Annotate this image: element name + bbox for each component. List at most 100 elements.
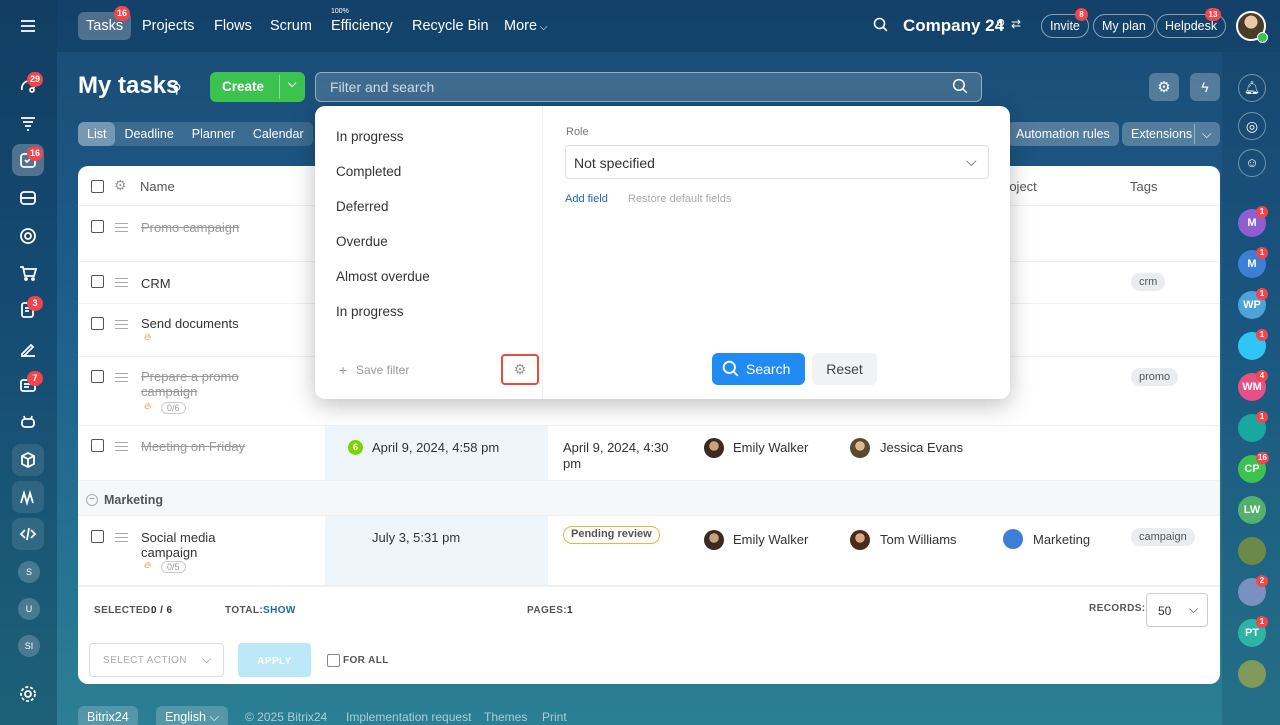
drag-handle-icon[interactable] [115, 533, 128, 542]
select-action-dropdown[interactable]: SELECT ACTION ⌵ [89, 643, 224, 677]
sidebar-avatar-s[interactable]: S [18, 561, 40, 583]
messages-icon[interactable]: ☺ [1238, 149, 1266, 177]
implementation-request-link[interactable]: Implementation request [346, 710, 471, 724]
storage-icon[interactable] [12, 182, 44, 214]
for-all-checkbox[interactable] [327, 654, 340, 667]
avatar[interactable] [704, 438, 724, 458]
row-checkbox[interactable] [91, 530, 104, 543]
target-icon[interactable] [12, 220, 44, 252]
drag-handle-icon[interactable] [115, 223, 128, 232]
nav-more[interactable]: More ⌵ [496, 12, 555, 40]
extensions-button[interactable]: Extensions ⌵ [1122, 122, 1220, 146]
view-calendar[interactable]: Calendar [244, 122, 313, 146]
column-tags[interactable]: Tags [1130, 179, 1157, 194]
reset-button[interactable]: Reset [812, 353, 877, 385]
filter-funnel-icon[interactable] [12, 108, 44, 140]
preset-almost-overdue[interactable]: Almost overdue [336, 269, 430, 284]
records-select[interactable]: 50 ⌵ [1146, 593, 1208, 627]
collapse-icon[interactable]: − [86, 494, 98, 506]
restore-fields-link[interactable]: Restore default fields [628, 193, 731, 205]
tag-badge[interactable]: campaign [1131, 528, 1195, 546]
deadline-value[interactable]: July 3, 5:31 pm [372, 530, 460, 545]
task-name[interactable]: CRM [141, 276, 251, 291]
avatar[interactable] [850, 438, 870, 458]
market-icon[interactable] [12, 481, 44, 513]
project-name[interactable]: Marketing [1033, 532, 1090, 547]
chevron-down-icon[interactable]: ⌵ [1202, 122, 1211, 146]
task-name[interactable]: Promo campaign [141, 220, 251, 235]
search-button[interactable]: Search [712, 353, 805, 385]
responsible-name[interactable]: Tom Williams [880, 532, 957, 547]
filter-settings-gear-icon[interactable]: ⚙ [501, 354, 539, 385]
settings-button[interactable]: ⚙ [1149, 73, 1179, 101]
task-name[interactable]: Prepare a promo campaign [141, 369, 251, 399]
lightning-button[interactable]: ϟ [1190, 73, 1220, 101]
add-field-link[interactable]: Add field [565, 193, 608, 205]
preset-overdue[interactable]: Overdue [336, 234, 388, 249]
table-row[interactable]: Meeting on Friday 6 April 9, 2024, 4:58 … [78, 426, 1220, 481]
group-row[interactable]: − Marketing [78, 481, 1220, 516]
tag-badge[interactable]: crm [1131, 273, 1166, 291]
settings-sliders-icon[interactable]: ⇄ [1011, 17, 1021, 31]
chevron-down-icon[interactable]: ⌵ [288, 78, 296, 91]
right-sidebar-avatar[interactable]: LW [1238, 496, 1266, 524]
robot-icon[interactable] [12, 406, 44, 438]
view-deadline[interactable]: Deadline [115, 122, 182, 146]
search-input[interactable]: Filter and search [315, 72, 982, 102]
tag-badge[interactable]: promo [1131, 368, 1179, 386]
nav-projects[interactable]: Projects [134, 12, 202, 40]
themes-link[interactable]: Themes [484, 710, 527, 724]
code-icon[interactable] [12, 518, 44, 550]
view-planner[interactable]: Planner [183, 122, 244, 146]
goals-icon[interactable]: ◎ [1238, 112, 1266, 140]
table-row[interactable]: Social media campaign 🔥︎ 0/5 July 3, 5:3… [78, 516, 1220, 586]
responsible-name[interactable]: Jessica Evans [880, 440, 963, 455]
create-button[interactable]: Create ⌵ [210, 72, 305, 102]
role-select[interactable]: Not specified ⌵ [565, 145, 989, 179]
search-field-icon[interactable] [952, 78, 969, 98]
save-filter-link[interactable]: Save filter [356, 363, 409, 377]
task-name[interactable]: Meeting on Friday [141, 439, 251, 454]
drag-handle-icon[interactable] [115, 442, 128, 451]
task-name[interactable]: Social media campaign [141, 530, 251, 560]
avatar[interactable] [850, 530, 870, 550]
sidebar-avatar-u[interactable]: U [18, 598, 40, 620]
sidebar-avatar-si[interactable]: SI [18, 635, 40, 657]
apply-button[interactable]: APPLY [238, 643, 311, 677]
box-icon[interactable] [12, 444, 44, 476]
right-sidebar-avatar[interactable] [1238, 537, 1266, 565]
nav-scrum[interactable]: Scrum [262, 12, 320, 40]
bitrix-brand-button[interactable]: Bitrix24 [78, 706, 138, 725]
preset-deferred[interactable]: Deferred [336, 199, 389, 214]
drag-handle-icon[interactable] [115, 278, 128, 287]
deadline-value[interactable]: April 9, 2024, 4:58 pm [372, 440, 499, 455]
drag-handle-icon[interactable] [115, 320, 128, 329]
avatar[interactable] [704, 530, 724, 550]
settings-gear-icon[interactable] [12, 678, 44, 710]
row-checkbox[interactable] [91, 220, 104, 233]
task-name[interactable]: Send documents [141, 316, 251, 331]
nav-recycle-bin[interactable]: Recycle Bin [404, 12, 497, 40]
column-name[interactable]: Name [140, 179, 175, 194]
plus-icon[interactable]: + [339, 362, 347, 378]
creator-name[interactable]: Emily Walker [733, 532, 808, 547]
print-link[interactable]: Print [542, 710, 567, 724]
right-sidebar-avatar[interactable] [1238, 660, 1266, 688]
sign-icon[interactable] [12, 332, 44, 364]
creator-name[interactable]: Emily Walker [733, 440, 808, 455]
nav-efficiency[interactable]: Efficiency [323, 12, 401, 40]
grid-settings-gear-icon[interactable]: ⚙ [114, 177, 127, 194]
select-all-checkbox[interactable] [91, 180, 104, 193]
preset-in-progress-2[interactable]: In progress [336, 304, 404, 319]
view-list[interactable]: List [78, 122, 116, 146]
nav-flows[interactable]: Flows [206, 12, 260, 40]
automation-rules-button[interactable]: Automation rules [1007, 122, 1119, 146]
company-name[interactable]: Company 24 [903, 16, 1004, 36]
notifications-bell-icon[interactable]: 🔔︎ [1238, 74, 1266, 102]
preset-completed[interactable]: Completed [336, 164, 401, 179]
language-select[interactable]: English ⌵ [156, 706, 228, 725]
row-checkbox[interactable] [91, 370, 104, 383]
row-checkbox[interactable] [91, 275, 104, 288]
cart-icon[interactable] [12, 257, 44, 289]
menu-icon[interactable] [12, 10, 44, 42]
